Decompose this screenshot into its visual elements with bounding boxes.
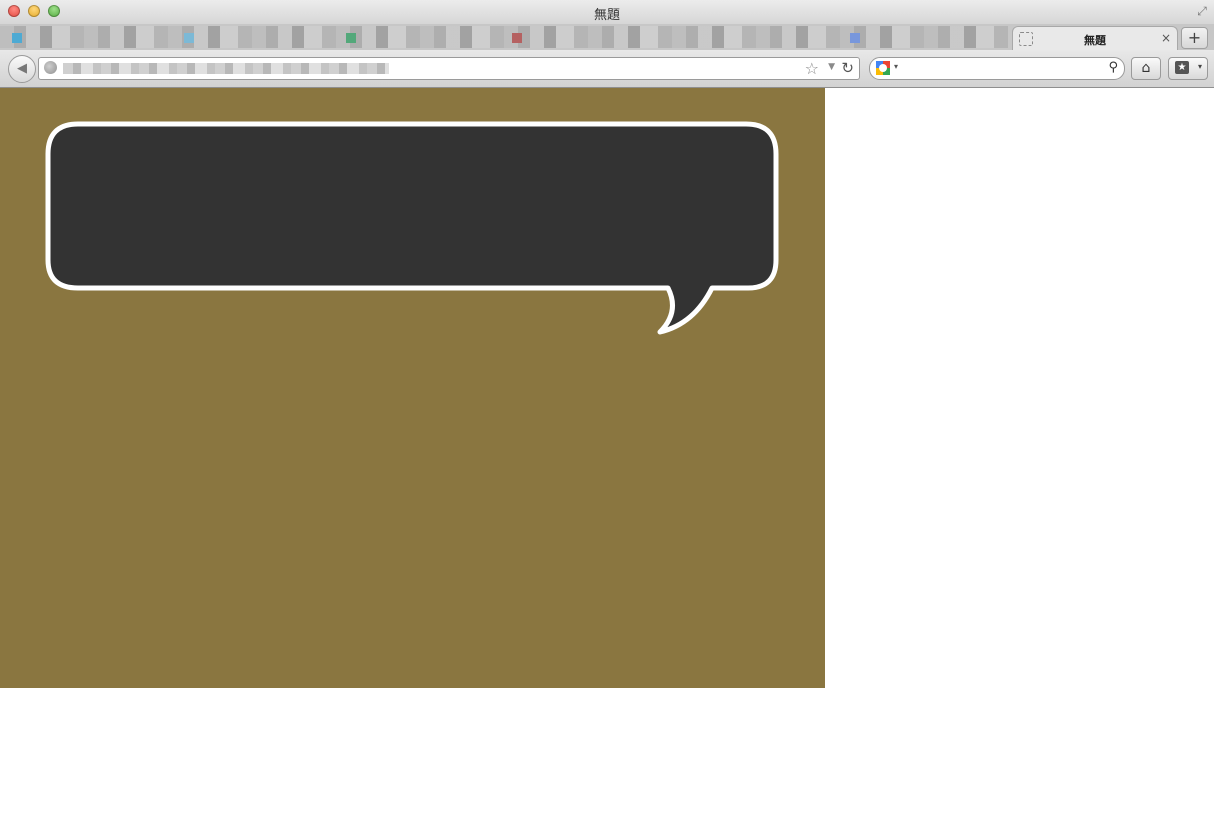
tab-favicon-icon — [12, 33, 22, 43]
close-tab-icon[interactable]: × — [1161, 31, 1171, 45]
bookmarks-button[interactable]: ★ ▾ — [1168, 57, 1208, 80]
stage-canvas — [0, 88, 825, 688]
tab-favicon-icon — [512, 33, 522, 43]
search-engine-caret-icon[interactable]: ▾ — [894, 62, 898, 71]
bookmarks-icon: ★ — [1175, 61, 1189, 74]
window-title: 無題 — [593, 8, 620, 23]
page-content — [0, 88, 1214, 830]
history-dropdown-icon[interactable]: ▼ — [828, 62, 835, 72]
new-tab-button[interactable]: + — [1181, 27, 1208, 49]
url-text-pixelated — [63, 63, 389, 74]
back-button[interactable]: ◀ — [8, 55, 36, 83]
title-bar: 無題 ⤢ — [0, 0, 1214, 25]
speech-bubble — [45, 121, 779, 335]
home-button[interactable]: ⌂ — [1131, 57, 1161, 80]
tab-active[interactable]: 無題 × — [1012, 26, 1178, 51]
navigation-toolbar: ◀ ☆ ▼ ↻ ▾ ⚲ ⌂ ★ ▾ — [0, 50, 1214, 88]
address-bar[interactable]: ☆ ▼ ↻ — [38, 57, 860, 80]
tab-favicon-icon — [184, 33, 194, 43]
tab-strip: 無題 × + — [0, 24, 1214, 51]
bookmarks-caret-icon: ▾ — [1197, 62, 1202, 71]
tab-favicon-icon — [346, 33, 356, 43]
reload-icon[interactable]: ↻ — [841, 59, 854, 77]
search-icon[interactable]: ⚲ — [1108, 60, 1118, 75]
browser-window: 無題 ⤢ 無題 × + ◀ ☆ ▼ ↻ ▾ ⚲ ⌂ ★ ▾ — [0, 0, 1214, 830]
speech-bubble-shape — [45, 121, 779, 335]
search-engine-icon[interactable] — [875, 60, 891, 76]
search-input[interactable] — [904, 59, 1104, 79]
bookmark-star-icon[interactable]: ☆ — [805, 59, 819, 78]
background-tabs-pixelated[interactable] — [0, 26, 1008, 48]
globe-icon[interactable] — [44, 61, 57, 74]
fullscreen-icon[interactable]: ⤢ — [1195, 4, 1209, 18]
search-bar[interactable]: ▾ ⚲ — [869, 57, 1125, 80]
tab-favicon-icon — [850, 33, 860, 43]
tab-label: 無題 — [1084, 34, 1106, 47]
